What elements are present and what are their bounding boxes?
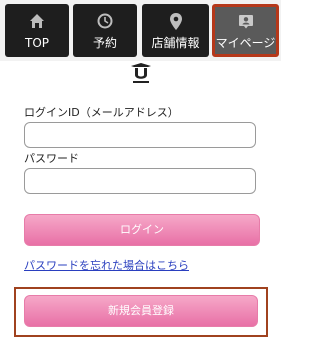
nav-item-store-info[interactable]: 店舗情報 (142, 4, 209, 57)
nav-item-mypage[interactable]: マイページ (212, 4, 279, 57)
nav-item-label: 予約 (92, 36, 117, 50)
login-button[interactable]: ログイン (24, 214, 260, 246)
login-id-input[interactable] (24, 122, 256, 148)
login-id-label: ログインID（メールアドレス） (24, 106, 179, 119)
register-highlight-frame: 新規会員登録 (14, 287, 268, 337)
nav-item-reservation[interactable]: 予約 (73, 4, 137, 57)
map-pin-icon (142, 12, 209, 30)
password-label: パスワード (24, 152, 79, 165)
nav-item-top[interactable]: TOP (5, 4, 69, 57)
forgot-password-link[interactable]: パスワードを忘れた場合はこちら (24, 259, 189, 273)
brand-logo (129, 62, 153, 84)
home-icon (5, 13, 69, 29)
register-button[interactable]: 新規会員登録 (24, 295, 258, 327)
nav-item-label: 店舗情報 (151, 36, 200, 50)
nav-item-label: TOP (24, 36, 49, 50)
clock-icon (73, 13, 137, 29)
top-navigation-bar: TOP 予約 店舗情報 マイページ (0, 0, 281, 61)
profile-card-icon (215, 13, 276, 29)
password-input[interactable] (24, 168, 256, 194)
nav-item-label: マイページ (215, 36, 276, 50)
